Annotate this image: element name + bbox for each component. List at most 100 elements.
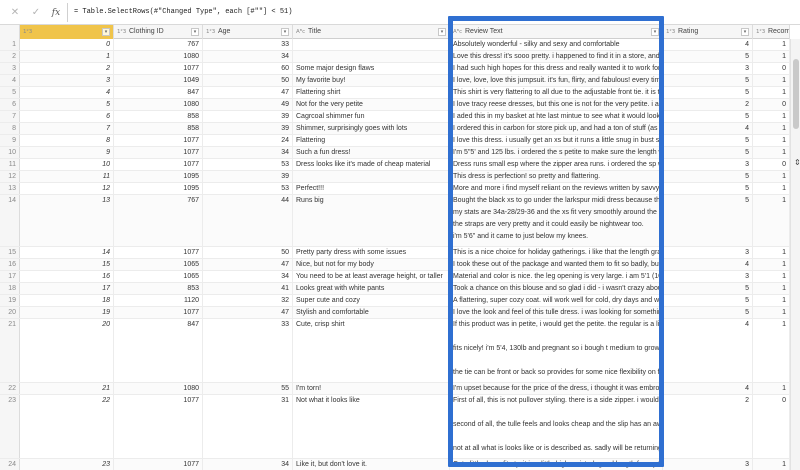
recommend-cell[interactable]: 1 — [753, 271, 790, 282]
column-header-clothing-id[interactable]: 1²3 Clothing ID ▾ — [114, 25, 203, 39]
clothing-id-cell[interactable]: 1049 — [114, 75, 203, 86]
review-text-cell[interactable]: I aded this in my basket at hte last min… — [450, 111, 663, 122]
clothing-id-cell[interactable]: 847 — [114, 87, 203, 98]
title-cell[interactable]: Runs big — [293, 195, 450, 246]
age-cell[interactable]: 44 — [203, 195, 293, 246]
rownum-cell[interactable]: 10 — [20, 159, 114, 170]
row-index-cell[interactable]: 1 — [0, 39, 20, 50]
recommend-cell[interactable]: 1 — [753, 39, 790, 50]
review-text-cell[interactable]: I love this dress. i usually get an xs b… — [450, 135, 663, 146]
table-row[interactable]: 10 9 1077 34 Such a fun dress! I'm 5"5' and 1… — [0, 147, 790, 159]
age-cell[interactable]: 39 — [203, 111, 293, 122]
recommend-cell[interactable]: 1 — [753, 123, 790, 134]
rating-cell[interactable]: 5 — [663, 111, 753, 122]
rating-cell[interactable]: 4 — [663, 259, 753, 270]
rownum-cell[interactable]: 3 — [20, 75, 114, 86]
review-text-cell[interactable]: Love this dress! it's sooo pretty. i hap… — [450, 51, 663, 62]
age-cell[interactable]: 33 — [203, 39, 293, 50]
title-cell[interactable]: You need to be at least average height, … — [293, 271, 450, 282]
rownum-cell[interactable]: 5 — [20, 99, 114, 110]
rating-cell[interactable]: 4 — [663, 39, 753, 50]
rownum-cell[interactable]: 22 — [20, 395, 114, 458]
clothing-id-cell[interactable]: 1080 — [114, 51, 203, 62]
title-cell[interactable] — [293, 51, 450, 62]
rownum-cell[interactable]: 0 — [20, 39, 114, 50]
age-cell[interactable]: 24 — [203, 135, 293, 146]
row-index-cell[interactable]: 4 — [0, 75, 20, 86]
review-text-cell[interactable]: I love the look and feel of this tulle d… — [450, 307, 663, 318]
age-cell[interactable]: 39 — [203, 171, 293, 182]
rating-cell[interactable]: 5 — [663, 283, 753, 294]
age-cell[interactable]: 53 — [203, 183, 293, 194]
rating-cell[interactable]: 3 — [663, 271, 753, 282]
review-text-cell[interactable]: This is a nice choice for holiday gather… — [450, 247, 663, 258]
review-text-cell[interactable]: Material and color is nice. the leg open… — [450, 271, 663, 282]
check-icon[interactable]: ✓ — [29, 6, 43, 20]
filter-dropdown-icon[interactable]: ▾ — [741, 28, 749, 36]
table-row[interactable]: 7 6 858 39 Cagrcoal shimmer fun I aded this i… — [0, 111, 790, 123]
row-index-cell[interactable]: 9 — [0, 135, 20, 146]
table-row[interactable]: 23 22 1077 31 Not what it looks like First of… — [0, 395, 790, 459]
age-cell[interactable]: 47 — [203, 307, 293, 318]
age-cell[interactable]: 34 — [203, 51, 293, 62]
filter-dropdown-icon[interactable]: ▾ — [438, 28, 446, 36]
title-cell[interactable]: Flattering — [293, 135, 450, 146]
row-index-cell[interactable]: 2 — [0, 51, 20, 62]
row-index-cell[interactable]: 15 — [0, 247, 20, 258]
table-row[interactable]: 8 7 858 39 Shimmer, surprisingly goes with l… — [0, 123, 790, 135]
clothing-id-cell[interactable]: 1077 — [114, 159, 203, 170]
rating-cell[interactable]: 5 — [663, 51, 753, 62]
rownum-cell[interactable]: 19 — [20, 307, 114, 318]
age-cell[interactable]: 32 — [203, 295, 293, 306]
title-cell[interactable]: Looks great with white pants — [293, 283, 450, 294]
rownum-cell[interactable]: 12 — [20, 183, 114, 194]
recommend-cell[interactable]: 1 — [753, 171, 790, 182]
rating-cell[interactable]: 5 — [663, 295, 753, 306]
table-row[interactable]: 1 0 767 33 Absolutely wonderful - silky and … — [0, 39, 790, 51]
clothing-id-cell[interactable]: 853 — [114, 283, 203, 294]
vertical-scrollbar[interactable] — [790, 39, 800, 470]
review-text-cell[interactable]: This shirt is very flattering to all due… — [450, 87, 663, 98]
clothing-id-cell[interactable]: 858 — [114, 111, 203, 122]
row-index-cell[interactable]: 22 — [0, 383, 20, 394]
recommend-cell[interactable]: 1 — [753, 247, 790, 258]
table-row[interactable]: 12 11 1095 39 This dress is perfection! so p… — [0, 171, 790, 183]
recommend-cell[interactable]: 0 — [753, 63, 790, 74]
x-icon[interactable]: ✕ — [8, 6, 22, 20]
row-index-cell[interactable]: 24 — [0, 459, 20, 470]
rating-cell[interactable]: 4 — [663, 123, 753, 134]
rownum-cell[interactable]: 1 — [20, 51, 114, 62]
title-cell[interactable]: Cute, crisp shirt — [293, 319, 450, 382]
rownum-cell[interactable]: 13 — [20, 195, 114, 246]
row-index-cell[interactable]: 17 — [0, 271, 20, 282]
review-text-cell[interactable]: More and more i find myself reliant on t… — [450, 183, 663, 194]
title-cell[interactable]: Pretty party dress with some issues — [293, 247, 450, 258]
age-cell[interactable]: 53 — [203, 159, 293, 170]
rownum-cell[interactable]: 21 — [20, 383, 114, 394]
row-index-cell[interactable]: 19 — [0, 295, 20, 306]
column-header-rownum[interactable]: 1²3 ▾ — [20, 25, 114, 39]
rating-cell[interactable]: 5 — [663, 147, 753, 158]
age-cell[interactable]: 50 — [203, 247, 293, 258]
rownum-cell[interactable]: 23 — [20, 459, 114, 470]
recommend-cell[interactable]: 1 — [753, 51, 790, 62]
table-row[interactable]: 3 2 1077 60 Some major design flaws I had suc… — [0, 63, 790, 75]
title-cell[interactable]: Some major design flaws — [293, 63, 450, 74]
rownum-cell[interactable]: 16 — [20, 271, 114, 282]
recommend-cell[interactable]: 1 — [753, 87, 790, 98]
title-cell[interactable]: I'm torn! — [293, 383, 450, 394]
clothing-id-cell[interactable]: 1077 — [114, 247, 203, 258]
clothing-id-cell[interactable]: 858 — [114, 123, 203, 134]
review-text-cell[interactable]: First of all, this is not pullover styli… — [450, 395, 663, 458]
row-index-cell[interactable]: 6 — [0, 99, 20, 110]
table-row[interactable]: 22 21 1080 55 I'm torn! I'm upset because for… — [0, 383, 790, 395]
clothing-id-cell[interactable]: 1065 — [114, 259, 203, 270]
rating-cell[interactable]: 3 — [663, 63, 753, 74]
rating-cell[interactable]: 3 — [663, 159, 753, 170]
review-text-cell[interactable]: I had such high hopes for this dress and… — [450, 63, 663, 74]
rating-cell[interactable]: 4 — [663, 319, 753, 382]
table-row[interactable]: 24 23 1077 34 Like it, but don't love it. Cut… — [0, 459, 790, 470]
table-row[interactable]: 13 12 1095 53 Perfect!!! More and more i find… — [0, 183, 790, 195]
table-row[interactable]: 20 19 1077 47 Stylish and comfortable I love … — [0, 307, 790, 319]
age-cell[interactable]: 34 — [203, 147, 293, 158]
